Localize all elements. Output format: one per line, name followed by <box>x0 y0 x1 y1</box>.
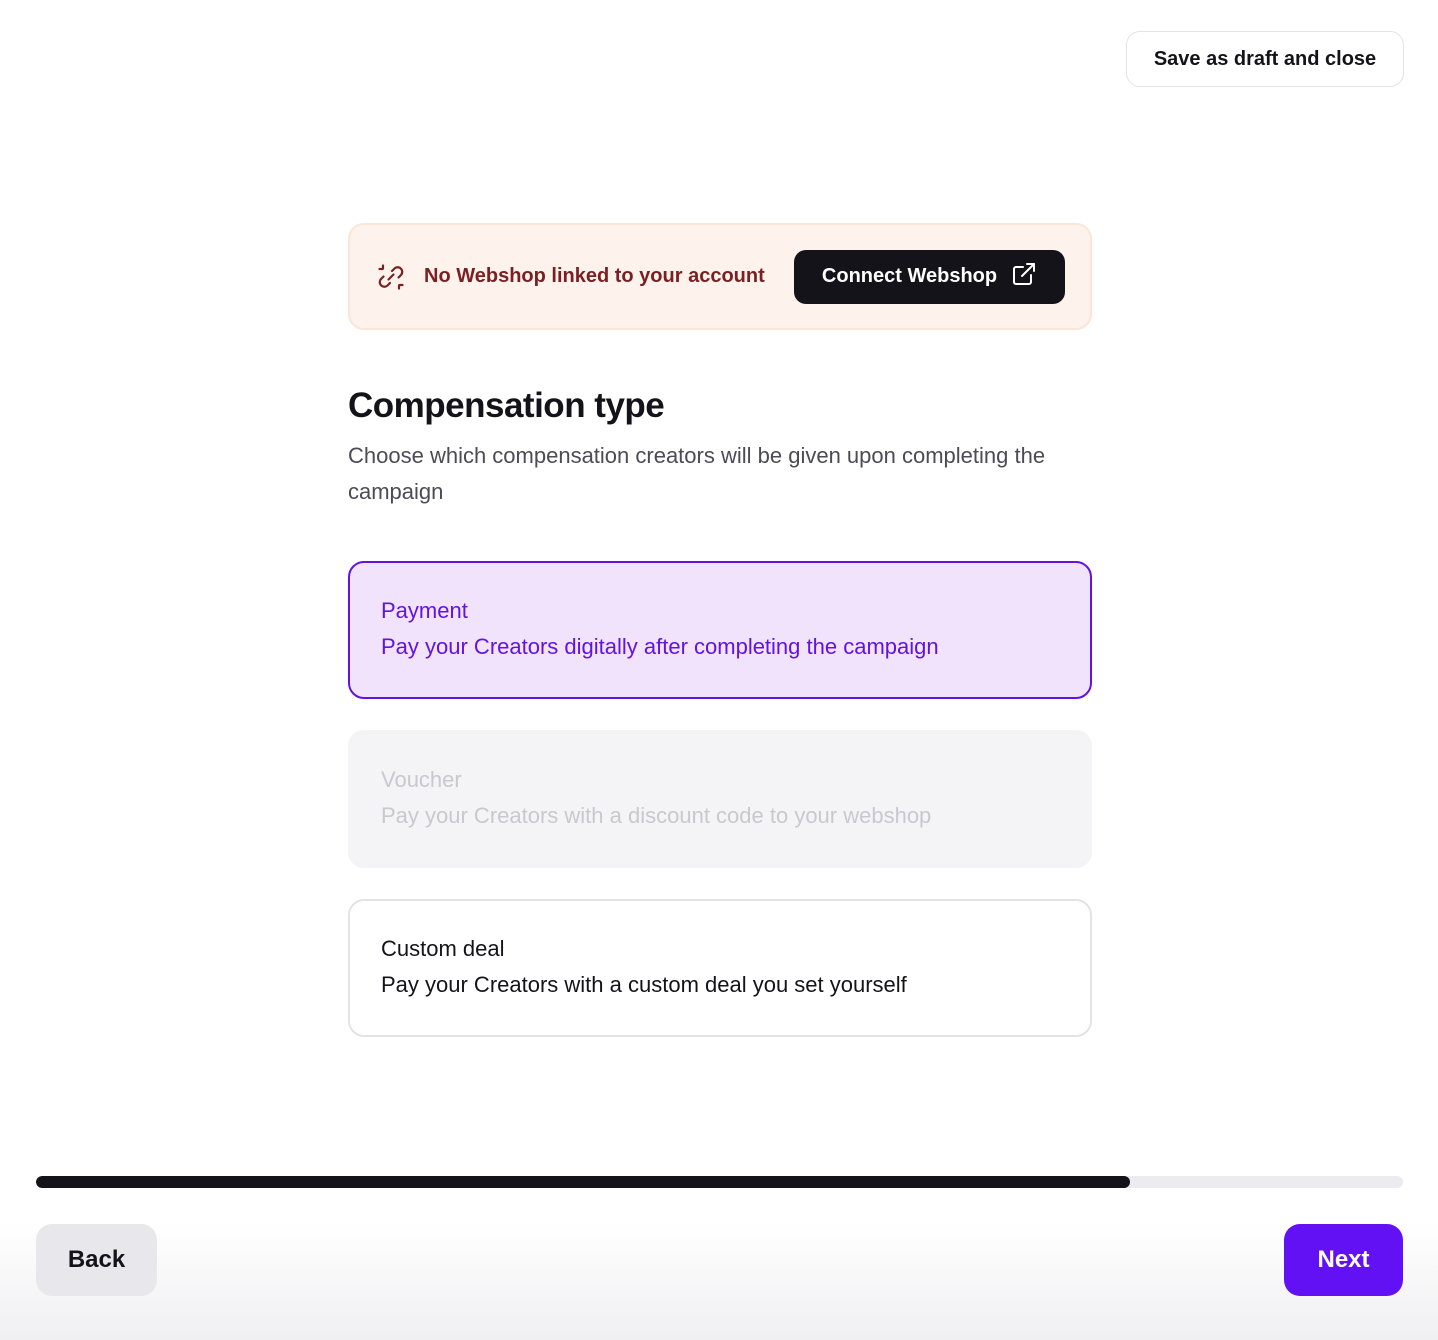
unlink-icon <box>376 262 406 292</box>
page-description: Choose which compensation creators will … <box>348 443 1046 504</box>
next-button[interactable]: Next <box>1284 1224 1403 1296</box>
main-content: No Webshop linked to your account Connec… <box>348 223 1092 1037</box>
progress-bar-fill <box>36 1176 1130 1188</box>
alert-message: No Webshop linked to your account <box>424 265 765 287</box>
save-draft-button[interactable]: Save as draft and close <box>1126 31 1404 87</box>
option-custom-deal[interactable]: Custom deal Pay your Creators with a cus… <box>348 899 1092 1037</box>
option-voucher: Voucher Pay your Creators with a discoun… <box>348 730 1092 868</box>
bottom-fade <box>0 1220 1438 1340</box>
back-button[interactable]: Back <box>36 1224 157 1296</box>
option-title: Custom deal <box>381 936 505 961</box>
option-subtitle: Pay your Creators with a custom deal you… <box>381 972 907 997</box>
option-subtitle: Pay your Creators with a discount code t… <box>381 803 932 828</box>
page-title: Compensation type <box>348 386 665 425</box>
option-payment[interactable]: Payment Pay your Creators digitally afte… <box>348 561 1092 699</box>
option-title: Payment <box>381 598 468 623</box>
webshop-alert: No Webshop linked to your account Connec… <box>348 223 1092 330</box>
option-title: Voucher <box>381 767 462 792</box>
connect-webshop-label: Connect Webshop <box>821 265 998 287</box>
external-link-icon <box>1011 261 1037 293</box>
option-subtitle: Pay your Creators digitally after comple… <box>381 634 939 659</box>
progress-bar <box>36 1176 1403 1188</box>
connect-webshop-button[interactable]: Connect Webshop <box>794 249 1065 304</box>
